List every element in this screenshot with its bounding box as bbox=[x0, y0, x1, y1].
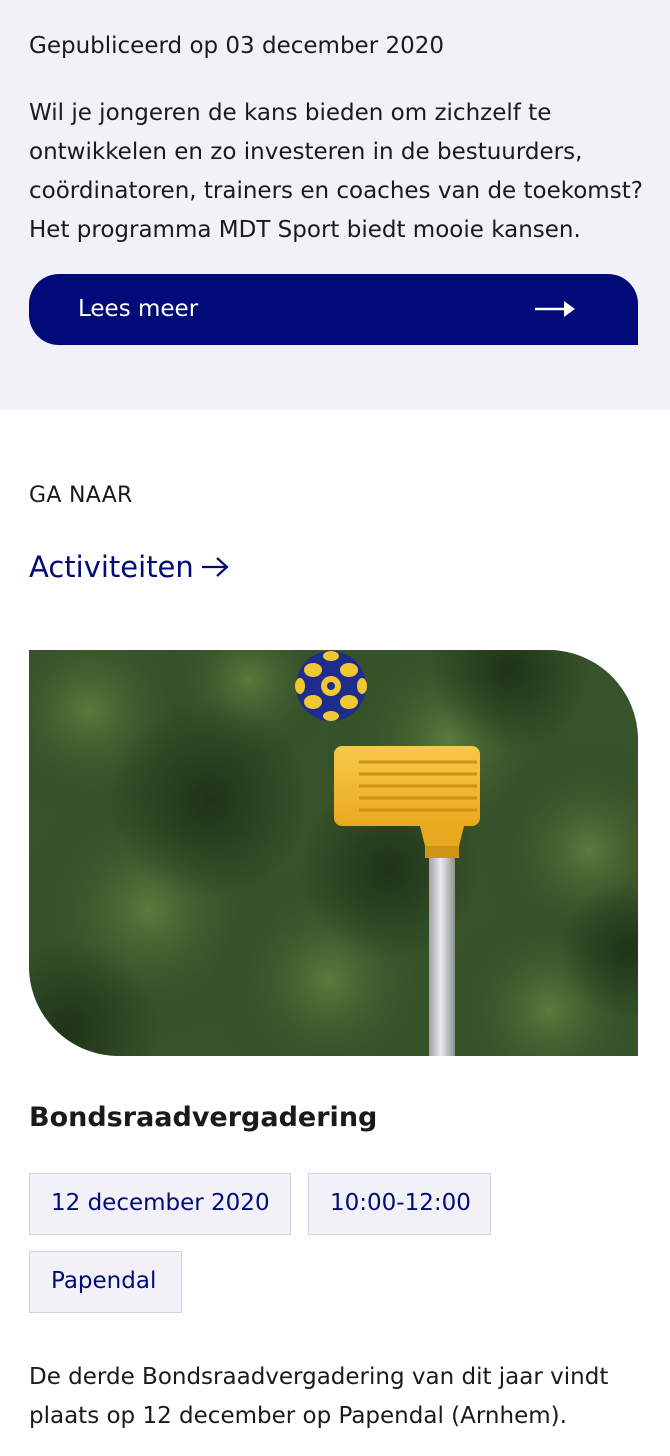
event-description: De derde Bondsraadvergadering van dit ja… bbox=[29, 1364, 609, 1429]
activities-link-label: Activiteiten bbox=[29, 550, 194, 584]
news-summary: Wil je jongeren de kans bieden om zichze… bbox=[29, 100, 643, 243]
event-photo bbox=[29, 650, 638, 1056]
read-more-label: Lees meer bbox=[78, 296, 199, 322]
event-time-tag: 10:00-12:00 bbox=[308, 1173, 491, 1235]
read-more-button[interactable]: Lees meer bbox=[29, 274, 638, 345]
korfball-photo-illustration bbox=[29, 650, 638, 1056]
activities-link[interactable]: Activiteiten bbox=[29, 546, 230, 588]
event-title: Bondsraadvergadering bbox=[29, 1102, 378, 1133]
event-date-tag: 12 december 2020 bbox=[29, 1173, 291, 1235]
goto-heading: GA NAAR bbox=[29, 483, 133, 508]
arrow-right-icon bbox=[201, 557, 229, 577]
arrow-right-icon bbox=[535, 301, 575, 317]
publication-date: Gepubliceerd op 03 december 2020 bbox=[29, 33, 444, 59]
news-card: Gepubliceerd op 03 december 2020 Wil je … bbox=[0, 0, 670, 410]
event-location-tag: Papendal bbox=[29, 1251, 182, 1313]
